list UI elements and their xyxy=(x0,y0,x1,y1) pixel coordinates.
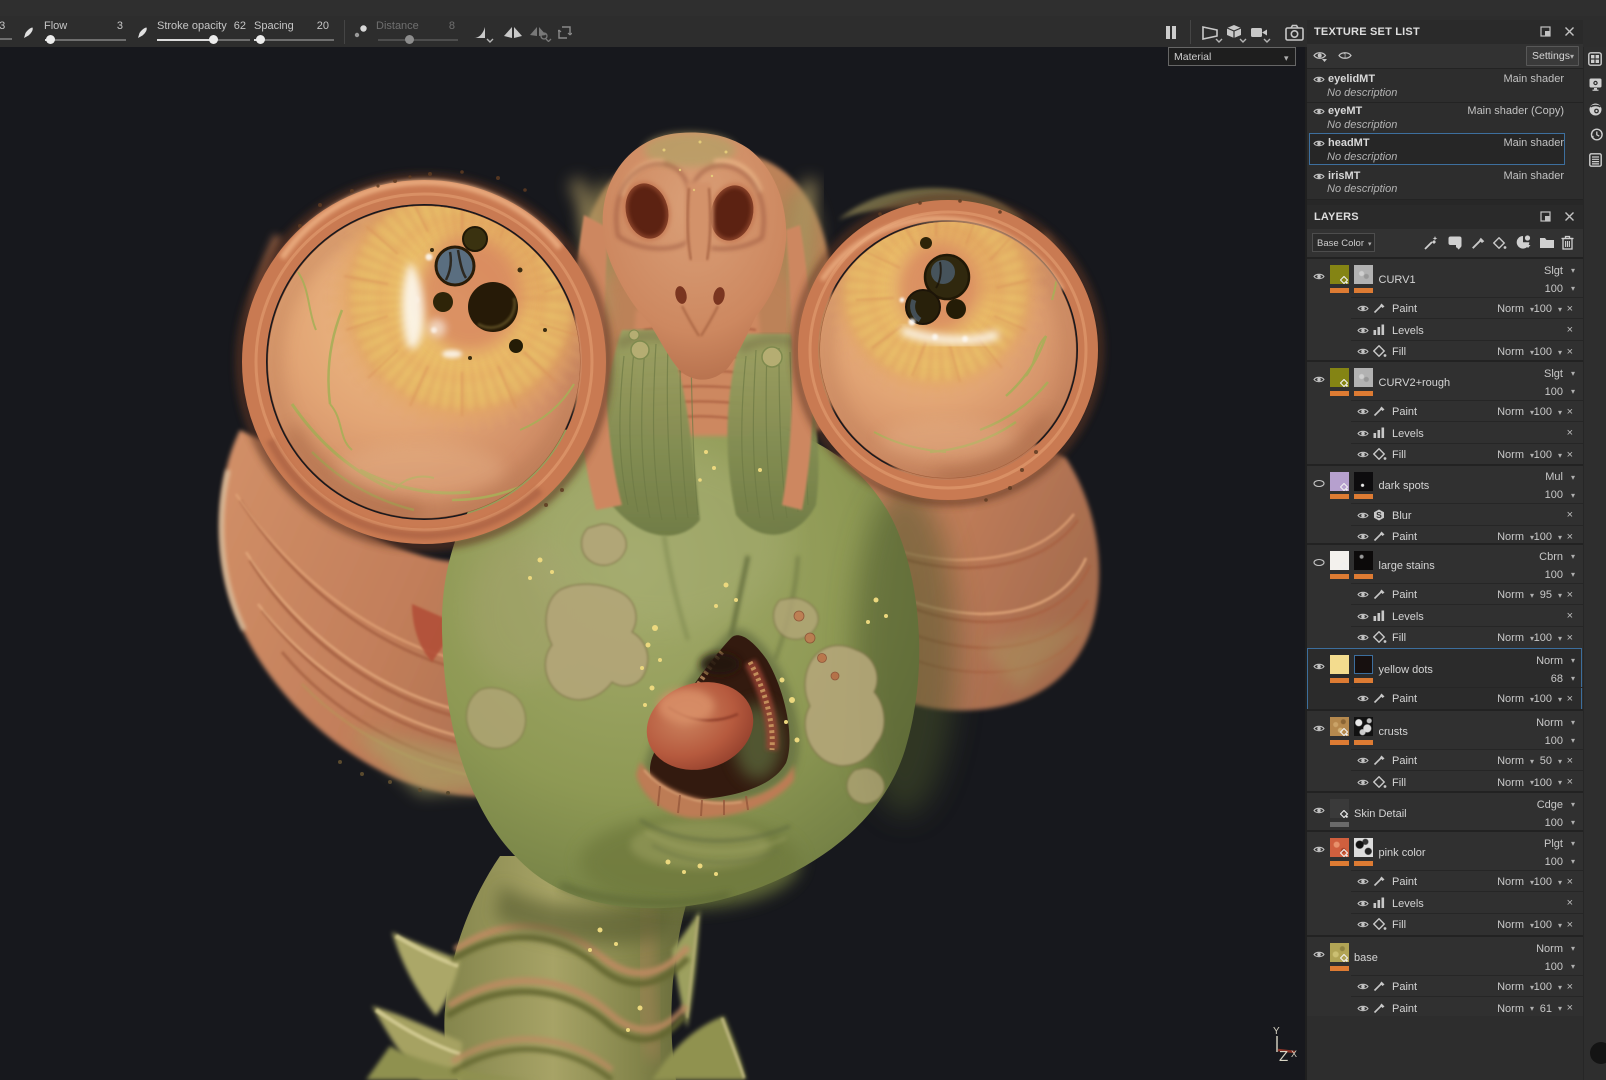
svg-text:Z: Z xyxy=(1279,1048,1288,1065)
svg-text:Y: Y xyxy=(1273,1026,1280,1037)
svg-text:1: 1 xyxy=(1343,53,1347,60)
svg-text:S: S xyxy=(1376,510,1382,520)
svg-text:X: X xyxy=(1291,1049,1297,1059)
